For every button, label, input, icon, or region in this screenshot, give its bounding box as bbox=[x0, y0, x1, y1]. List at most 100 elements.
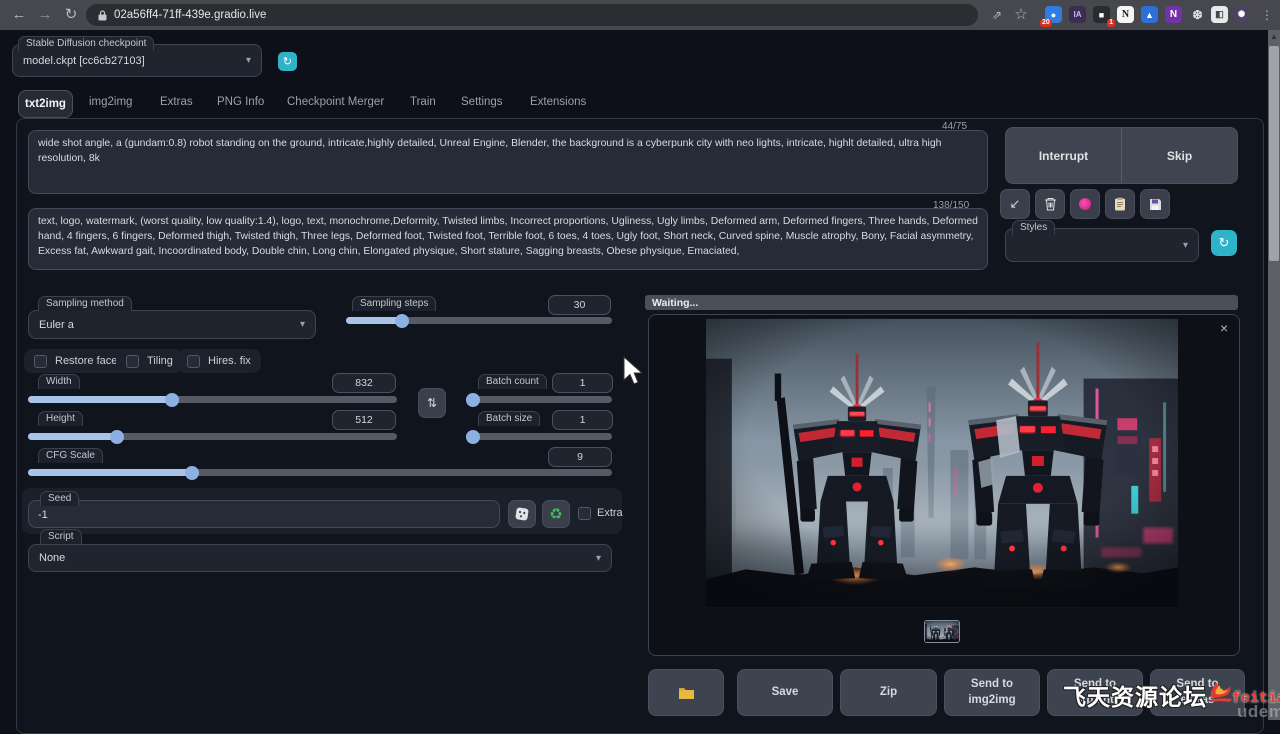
folder-icon bbox=[678, 686, 695, 700]
url-text: 02a56ff4-71ff-439e.gradio.live bbox=[114, 9, 266, 21]
browser-menu-icon[interactable]: ⋮ bbox=[1256, 4, 1278, 26]
arrow-down-left-icon: ↙ bbox=[1010, 196, 1021, 212]
hires-fix-option[interactable]: Hires. fix bbox=[177, 349, 261, 373]
cart-extension-badge: 1 bbox=[1107, 19, 1115, 27]
interrupt-button[interactable]: Interrupt bbox=[1006, 128, 1121, 183]
clear-prompt-button[interactable] bbox=[1035, 189, 1065, 219]
page-scrollbar[interactable]: ▲ bbox=[1268, 30, 1280, 720]
slider-fill bbox=[28, 396, 172, 403]
tab-png-info[interactable]: PNG Info bbox=[217, 96, 264, 108]
prompt-textarea[interactable]: wide shot angle, a (gundam:0.8) robot st… bbox=[28, 130, 988, 194]
slider-fill bbox=[346, 317, 402, 324]
gallery-thumbnail[interactable] bbox=[924, 620, 960, 643]
tab-txt2img[interactable]: txt2img bbox=[18, 90, 73, 118]
checkpoint-refresh-button[interactable]: ↻ bbox=[278, 52, 297, 71]
pin-extension-icon[interactable]: ● 20 bbox=[1045, 6, 1062, 23]
generated-image[interactable] bbox=[706, 318, 1178, 608]
styles-label: Styles bbox=[1012, 220, 1055, 235]
tiling-checkbox[interactable] bbox=[126, 355, 139, 368]
script-dropdown[interactable]: None ▾ bbox=[28, 544, 612, 572]
scrollbar-thumb[interactable] bbox=[1269, 46, 1279, 261]
lock-icon bbox=[98, 10, 107, 21]
negative-prompt-textarea[interactable]: text, logo, watermark, (worst quality, l… bbox=[28, 208, 988, 270]
tab-train[interactable]: Train bbox=[410, 96, 436, 108]
tab-extensions[interactable]: Extensions bbox=[530, 96, 586, 108]
slider-handle[interactable] bbox=[165, 393, 179, 407]
zip-button[interactable]: Zip bbox=[840, 669, 937, 716]
interrupt-skip-group: Interrupt Skip bbox=[1005, 127, 1238, 184]
paste-params-button[interactable]: ↙ bbox=[1000, 189, 1030, 219]
slider-handle[interactable] bbox=[466, 430, 480, 444]
chevron-down-icon: ▾ bbox=[246, 55, 251, 66]
random-seed-button[interactable] bbox=[508, 500, 536, 528]
cfg-scale-label: CFG Scale bbox=[38, 448, 103, 463]
swap-arrows-icon: ⇅ bbox=[427, 396, 437, 410]
photos-extension-icon[interactable]: ▲ bbox=[1141, 6, 1158, 23]
styles-refresh-button[interactable]: ↻ bbox=[1211, 230, 1237, 256]
extensions-puzzle-icon[interactable]: ❆ bbox=[1189, 6, 1206, 23]
swap-dimensions-button[interactable]: ⇅ bbox=[418, 388, 446, 418]
sampling-steps-slider[interactable] bbox=[346, 317, 612, 324]
notion-extension-icon[interactable]: N bbox=[1117, 6, 1134, 23]
sidebar-extension-icon[interactable]: ◧ bbox=[1211, 6, 1228, 23]
width-input[interactable]: 832 bbox=[332, 373, 396, 393]
seed-label: Seed bbox=[40, 491, 79, 506]
tiling-option[interactable]: Tiling bbox=[116, 349, 183, 373]
batch-count-input[interactable]: 1 bbox=[552, 373, 613, 393]
tab-extras[interactable]: Extras bbox=[160, 96, 193, 108]
onenote-extension-icon[interactable]: N bbox=[1165, 6, 1182, 23]
bookmark-star-icon[interactable]: ☆ bbox=[1010, 4, 1032, 26]
apply-style-button[interactable] bbox=[1105, 189, 1135, 219]
skip-button[interactable]: Skip bbox=[1122, 128, 1237, 183]
scrollbar-up-arrow[interactable]: ▲ bbox=[1268, 32, 1280, 41]
width-slider[interactable] bbox=[28, 396, 397, 403]
height-input[interactable]: 512 bbox=[332, 410, 396, 430]
open-folder-button[interactable] bbox=[648, 669, 724, 716]
close-icon[interactable]: × bbox=[1220, 320, 1228, 336]
tab-checkpoint-merger[interactable]: Checkpoint Merger bbox=[287, 96, 384, 108]
seed-input[interactable]: -1 bbox=[28, 500, 500, 528]
slider-handle[interactable] bbox=[395, 314, 409, 328]
progress-bar: Waiting... bbox=[645, 295, 1238, 310]
back-icon[interactable]: ← bbox=[8, 4, 30, 26]
chevron-down-icon: ▾ bbox=[596, 553, 601, 564]
cfg-scale-input[interactable]: 9 bbox=[548, 447, 612, 467]
cfg-scale-slider[interactable] bbox=[28, 469, 612, 476]
forward-icon[interactable]: → bbox=[34, 4, 56, 26]
batch-size-label: Batch size bbox=[478, 411, 540, 426]
share-icon[interactable]: ⇗ bbox=[986, 4, 1008, 26]
save-button[interactable]: Save bbox=[737, 669, 833, 716]
tab-settings[interactable]: Settings bbox=[461, 96, 503, 108]
clipboard-icon bbox=[1114, 197, 1126, 211]
refresh-icon: ↻ bbox=[1219, 235, 1230, 251]
slider-fill bbox=[28, 433, 117, 440]
tab-img2img[interactable]: img2img bbox=[89, 96, 132, 108]
watermark-brand-text: udemy bbox=[1237, 702, 1280, 722]
slider-handle[interactable] bbox=[185, 466, 199, 480]
hires-fix-checkbox[interactable] bbox=[187, 355, 200, 368]
slider-fill bbox=[28, 469, 192, 476]
batch-size-input[interactable]: 1 bbox=[552, 410, 613, 430]
seed-extra-checkbox[interactable] bbox=[578, 507, 591, 520]
slider-handle[interactable] bbox=[466, 393, 480, 407]
batch-count-slider[interactable] bbox=[466, 396, 612, 403]
sampling-method-dropdown[interactable]: Euler a ▾ bbox=[28, 310, 316, 339]
trash-icon bbox=[1044, 197, 1057, 211]
slider-handle[interactable] bbox=[110, 430, 124, 444]
address-bar[interactable]: 02a56ff4-71ff-439e.gradio.live bbox=[86, 4, 978, 26]
send-to-img2img-button[interactable]: Send to img2img bbox=[944, 669, 1040, 716]
restore-faces-checkbox[interactable] bbox=[34, 355, 47, 368]
sampling-steps-input[interactable]: 30 bbox=[548, 295, 611, 315]
save-style-button[interactable] bbox=[1140, 189, 1170, 219]
profile-avatar[interactable]: ✺ bbox=[1233, 6, 1250, 23]
cart-extension-icon[interactable]: ■ 1 bbox=[1093, 6, 1110, 23]
extra-networks-button[interactable] bbox=[1070, 189, 1100, 219]
reuse-seed-button[interactable]: ♻ bbox=[542, 500, 570, 528]
ia-extension-icon[interactable]: IA bbox=[1069, 6, 1086, 23]
watermark-forum-text: 飞天资源论坛 bbox=[1063, 678, 1207, 712]
recycle-icon: ♻ bbox=[549, 505, 562, 523]
batch-size-slider[interactable] bbox=[466, 433, 612, 440]
height-slider[interactable] bbox=[28, 433, 397, 440]
checkpoint-value: model.ckpt [cc6cb27103] bbox=[23, 55, 145, 67]
refresh-icon[interactable]: ↻ bbox=[60, 4, 82, 26]
